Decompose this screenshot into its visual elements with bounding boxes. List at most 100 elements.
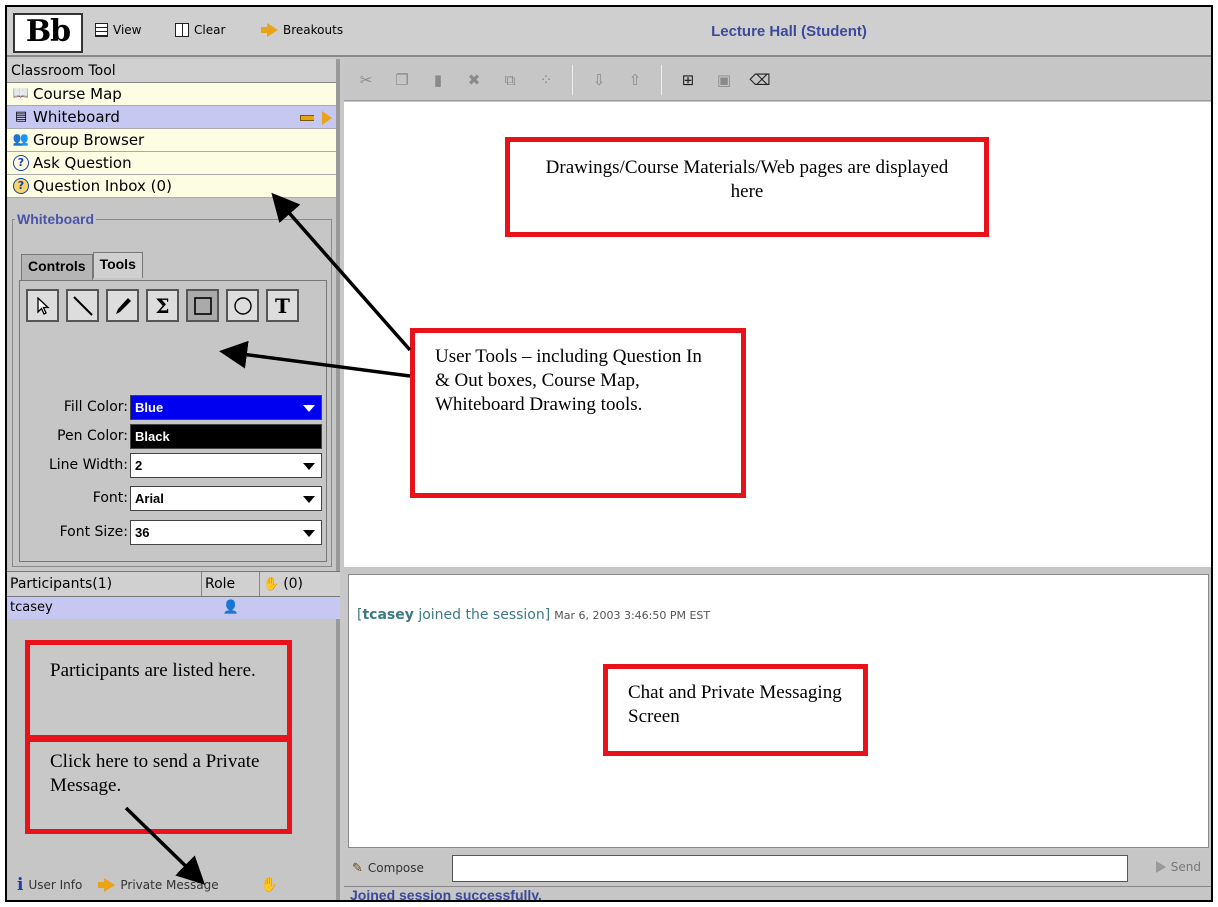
callout-participants-text: Participants are listed here. (50, 660, 256, 681)
toolbar-divider (572, 64, 573, 95)
compose-label: Compose (367, 861, 424, 875)
send-label: Send (1170, 860, 1201, 874)
arrow-right-icon (98, 878, 116, 892)
participants-header: Participants(1) Role ✋ (0) (7, 571, 340, 597)
user-role-icon: 👤 (222, 600, 240, 615)
classroom-item-question-inbox[interactable]: ? Question Inbox (0) (7, 175, 336, 198)
group-browser-label: Group Browser (33, 131, 145, 149)
fill-color-value: Blue (135, 400, 164, 415)
paste-icon[interactable]: ▮ (428, 70, 448, 90)
question-inbox-label: Question Inbox (0) (33, 177, 172, 195)
user-info-button[interactable]: i User Info (17, 875, 82, 895)
pen-color-select[interactable]: Black (130, 424, 322, 449)
line-width-value: 2 (135, 458, 143, 473)
screen-capture-icon[interactable]: ⊞ (678, 70, 698, 90)
line-width-select[interactable]: 2 (130, 453, 322, 478)
classroom-item-course-map[interactable]: 📖 Course Map (7, 83, 336, 106)
participant-name: tcasey (10, 600, 53, 615)
group-shapes-icon[interactable]: ⧉ (500, 70, 520, 90)
hand-raise-header[interactable]: ✋ (0) (260, 572, 336, 596)
ungroup-shapes-icon[interactable]: ⁘ (536, 70, 556, 90)
font-label: Font: (92, 490, 128, 506)
whiteboard-toolbar: ✂ ❐ ▮ ✖ ⧉ ⁘ ⇩ ⇧ ⊞ ▣ ⌫ (344, 59, 1211, 101)
pen-color-label: Pen Color: (57, 428, 128, 444)
bring-front-icon[interactable]: ⇧ (625, 70, 645, 90)
fill-color-row: Fill Color: Blue (20, 395, 328, 421)
camera-icon[interactable]: ▣ (714, 70, 734, 90)
chat-input[interactable] (452, 855, 1128, 882)
font-size-select[interactable]: 36 (130, 520, 322, 545)
private-message-button[interactable]: Private Message (96, 878, 219, 892)
callout-private-message-text: Click here to send a Private Message. (50, 751, 260, 796)
fill-color-select[interactable]: Blue (130, 395, 322, 420)
callout-participants: Participants are listed here. (25, 640, 292, 740)
whiteboard-group: Whiteboard Controls Tools Σ T Fill Color… (12, 211, 332, 567)
callout-chat-text: Chat and Private Messaging Screen (628, 682, 842, 727)
eraser-icon[interactable]: ⌫ (749, 70, 770, 90)
text-icon: T (275, 293, 290, 318)
line-width-label: Line Width: (48, 457, 128, 473)
select-arrow-icon (36, 296, 50, 315)
line-tool-button[interactable] (66, 289, 99, 322)
font-size-row: Font Size: 36 (20, 520, 328, 546)
copy-icon[interactable]: ❐ (392, 70, 412, 90)
classroom-item-ask-question[interactable]: ? Ask Question (7, 152, 336, 175)
cut-icon[interactable]: ✂ (356, 70, 376, 90)
line-width-row: Line Width: 2 (20, 453, 328, 479)
tools-tab-body: Σ T Fill Color: Blue Pen Color: Black Li… (19, 280, 327, 562)
participant-row[interactable]: tcasey 👤 (7, 597, 340, 619)
delete-icon[interactable]: ✖ (464, 70, 484, 90)
rectangle-tool-button[interactable] (186, 289, 219, 322)
compose-button[interactable]: ✎ Compose (352, 861, 424, 876)
raise-hand-icon: ✋ (260, 877, 279, 893)
font-select[interactable]: Arial (130, 486, 322, 511)
tab-tools[interactable]: Tools (92, 252, 143, 278)
title-bar: Bb View Clear Breakouts Lecture Hall (St… (7, 7, 1211, 57)
select-tool-button[interactable] (26, 289, 59, 322)
line-icon (72, 295, 93, 316)
circle-tool-button[interactable] (226, 289, 259, 322)
classroom-item-whiteboard[interactable]: ▤ Whiteboard (7, 106, 336, 129)
ask-question-label: Ask Question (33, 154, 132, 172)
callout-user-tools-text: User Tools – including Question In & Out… (435, 346, 702, 415)
toolbar-divider (661, 64, 662, 95)
raised-hand-icon: ✋ (263, 576, 280, 592)
pen-icon (115, 297, 131, 314)
question-inbox-icon: ? (13, 178, 29, 194)
participant-actions: i User Info Private Message ✋ (7, 868, 340, 900)
pen-tool-button[interactable] (106, 289, 139, 322)
participants-count-header[interactable]: Participants(1) (7, 572, 202, 596)
role-header[interactable]: Role (202, 572, 260, 596)
send-button[interactable]: Send (1155, 860, 1201, 874)
question-icon: ? (13, 155, 29, 171)
classroom-tool-header: Classroom Tool (7, 59, 336, 83)
pen-color-row: Pen Color: Black (20, 424, 328, 450)
chevron-down-icon (303, 463, 315, 470)
classroom-item-group-browser[interactable]: 👥 Group Browser (7, 129, 336, 152)
pencil-icon: ✎ (352, 860, 363, 876)
compose-bar: ✎ Compose Send (344, 850, 1211, 886)
font-size-value: 36 (135, 525, 150, 540)
callout-display-area: Drawings/Course Materials/Web pages are … (505, 137, 989, 237)
chat-timestamp: Mar 6, 2003 3:46:50 PM EST (554, 609, 711, 622)
whiteboard-icon: ▤ (14, 109, 28, 124)
whiteboard-label: Whiteboard (33, 108, 120, 126)
rectangle-icon (193, 296, 212, 315)
course-map-label: Course Map (33, 85, 122, 103)
window-title: Lecture Hall (Student) (711, 23, 867, 40)
callout-private-message: Click here to send a Private Message. (25, 737, 292, 834)
tab-controls[interactable]: Controls (21, 254, 93, 280)
hand-count: (0) (283, 576, 304, 592)
fill-color-label: Fill Color: (63, 399, 128, 415)
callout-user-tools: User Tools – including Question In & Out… (410, 328, 746, 498)
raise-hand-button[interactable]: ✋ (261, 877, 278, 893)
sigma-tool-button[interactable]: Σ (146, 289, 179, 322)
text-tool-button[interactable]: T (266, 289, 299, 322)
group-icon: 👥 (12, 132, 30, 147)
chevron-down-icon (303, 405, 315, 412)
font-size-label: Font Size: (59, 524, 128, 540)
send-back-icon[interactable]: ⇩ (589, 70, 609, 90)
callout-display-text: Drawings/Course Materials/Web pages are … (545, 157, 949, 202)
drawing-tools: Σ T (26, 289, 299, 322)
chat-message: [tcasey joined the session] Mar 6, 2003 3… (357, 607, 711, 623)
